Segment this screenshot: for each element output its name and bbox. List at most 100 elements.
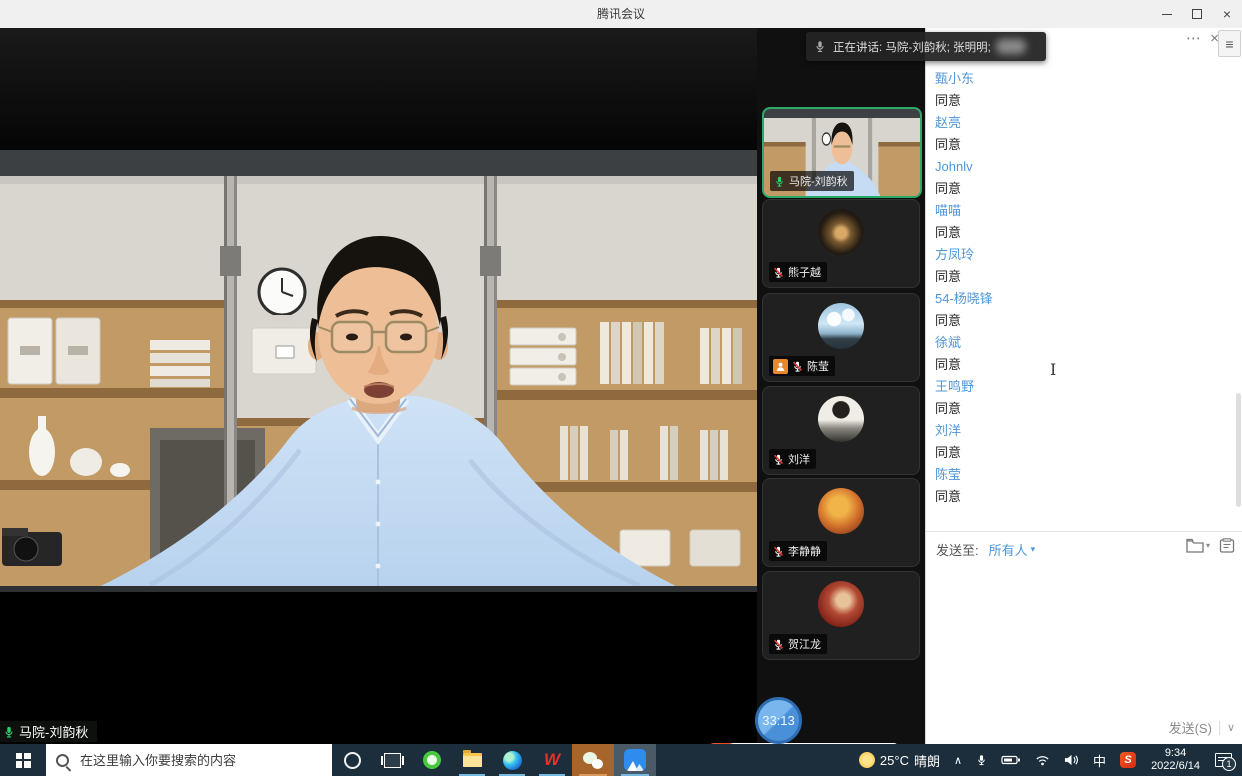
ime-mode-indicator: 中	[1093, 751, 1106, 770]
taskbar-app-360[interactable]	[412, 744, 452, 776]
meeting-main: 马院-刘韵秋	[0, 28, 1242, 744]
chat-sender: 喵喵	[935, 200, 1223, 222]
speaker-video-feed	[0, 150, 757, 592]
speaker-name: 马院-刘韵秋	[19, 722, 88, 741]
tray-sogou[interactable]: S	[1113, 752, 1143, 768]
taskbar-app-wps[interactable]: W	[532, 744, 572, 776]
avatar	[818, 581, 864, 627]
wechat-icon	[583, 752, 603, 769]
windows-logo-icon	[16, 753, 31, 768]
cortana-button[interactable]	[332, 744, 372, 776]
participant-name: 贺江龙	[788, 636, 821, 652]
restore-button[interactable]	[1182, 0, 1212, 28]
chat-scrollbar[interactable]	[1236, 393, 1241, 507]
tray-battery[interactable]	[994, 754, 1028, 766]
participant-tag: 李静静	[769, 541, 827, 561]
chat-divider	[926, 531, 1242, 532]
participant-tag: 马院-刘韵秋	[770, 171, 854, 191]
participant-name: 刘洋	[788, 451, 810, 467]
speaker-icon	[1064, 754, 1079, 766]
weather-sun-icon	[859, 752, 875, 768]
tray-volume[interactable]	[1057, 754, 1086, 766]
avatar	[818, 209, 864, 255]
chat-sender: 方凤玲	[935, 244, 1223, 266]
send-to-label: 发送至:	[936, 540, 979, 559]
redacted-name	[996, 39, 1026, 54]
chat-message-text: 同意	[935, 486, 1223, 508]
task-view-button[interactable]	[372, 744, 412, 776]
meeting-timer[interactable]: 33:13	[755, 697, 802, 744]
participant-tag: 贺江龙	[769, 634, 827, 654]
main-video-stage: 马院-刘韵秋	[0, 28, 757, 744]
thumbnail-participant[interactable]: 熊子越	[762, 199, 920, 288]
360-browser-icon	[423, 751, 441, 769]
send-divider	[1219, 721, 1220, 735]
chat-sender: 陈莹	[935, 464, 1223, 486]
mic-muted-icon	[773, 453, 784, 466]
mic-muted-icon	[773, 638, 784, 651]
chat-message-text: 同意	[935, 266, 1223, 288]
taskbar-app-explorer[interactable]	[452, 744, 492, 776]
chat-sender: 54-杨晓锋	[935, 288, 1223, 310]
edge-browser-icon	[503, 751, 522, 770]
participant-name: 李静静	[788, 543, 821, 559]
chat-sender: 王鸣野	[935, 376, 1223, 398]
participant-name: 陈莹	[807, 358, 829, 374]
send-button[interactable]: 发送(S)	[1169, 718, 1212, 737]
participant-tag: 陈莹	[769, 356, 835, 376]
tray-expand-button[interactable]: ∧	[947, 754, 969, 767]
search-input[interactable]	[78, 752, 322, 769]
chat-sender: 刘洋	[935, 420, 1223, 442]
panel-menu-icon[interactable]: ≡	[1218, 30, 1241, 57]
thumbnail-participant[interactable]: 陈莹	[762, 293, 920, 382]
participant-name: 马院-刘韵秋	[789, 173, 848, 189]
taskbar-app-wechat[interactable]	[572, 744, 614, 776]
participant-thumbnail-strip: 马院-刘韵秋 熊子越	[757, 28, 925, 744]
weather-widget[interactable]: 25°C 晴朗	[852, 751, 947, 770]
thumbnail-participant[interactable]: 刘洋	[762, 386, 920, 475]
avatar	[818, 303, 864, 349]
mic-on-icon	[3, 725, 15, 739]
tray-ime-mode[interactable]: 中	[1086, 751, 1113, 770]
send-to-selector[interactable]: 所有人 ▾	[989, 540, 1036, 559]
chat-message-text: 同意	[935, 354, 1223, 376]
chat-message-text: 同意	[935, 398, 1223, 420]
action-center-button[interactable]: 1	[1208, 752, 1240, 768]
thumbnail-active-speaker[interactable]: 马院-刘韵秋	[762, 107, 922, 198]
notification-badge: 1	[1222, 757, 1236, 771]
weather-desc: 晴朗	[914, 751, 940, 770]
speaking-mic-icon	[814, 40, 826, 53]
avatar	[818, 396, 864, 442]
speaking-text: 正在讲话: 马院-刘韵秋; 张明明;	[833, 39, 991, 55]
participant-tag: 刘洋	[769, 449, 816, 469]
minimize-button[interactable]	[1152, 0, 1182, 28]
weather-temp: 25°C	[880, 753, 909, 768]
chat-sender: Johnlv	[935, 156, 1223, 178]
thumbnail-participant[interactable]: 李静静	[762, 478, 920, 567]
send-to-row: 发送至: 所有人 ▾	[936, 536, 1035, 562]
chat-message-text: 同意	[935, 134, 1223, 156]
mic-muted-icon	[773, 266, 784, 279]
system-tray: 25°C 晴朗 ∧	[852, 744, 1242, 776]
thumbnail-participant[interactable]: 贺江龙	[762, 571, 920, 660]
taskbar-app-tencent-meeting[interactable]	[614, 744, 656, 776]
participant-tag: 熊子越	[769, 262, 827, 282]
tray-network[interactable]	[1028, 754, 1057, 766]
taskbar-app-edge[interactable]	[492, 744, 532, 776]
chat-more-icon[interactable]: ⋯	[1186, 31, 1201, 46]
tencent-meeting-icon	[624, 749, 646, 771]
send-options-chevron-icon[interactable]: ∨	[1227, 721, 1235, 734]
battery-icon	[1001, 754, 1021, 766]
close-button[interactable]: ×	[1212, 0, 1242, 28]
screenshot-icon[interactable]	[1219, 538, 1235, 553]
send-file-button[interactable]: ▾	[1186, 538, 1210, 553]
microphone-icon	[976, 753, 987, 767]
tray-mic[interactable]	[969, 753, 994, 767]
start-button[interactable]	[0, 744, 46, 776]
taskbar-search[interactable]	[46, 744, 332, 776]
window-title: 腾讯会议	[0, 0, 1242, 28]
chevron-up-icon: ∧	[954, 754, 962, 767]
tray-clock[interactable]: 9:34 2022/6/14	[1143, 747, 1208, 773]
title-bar: 腾讯会议 ×	[0, 0, 1242, 29]
letterbox-top	[0, 28, 757, 150]
